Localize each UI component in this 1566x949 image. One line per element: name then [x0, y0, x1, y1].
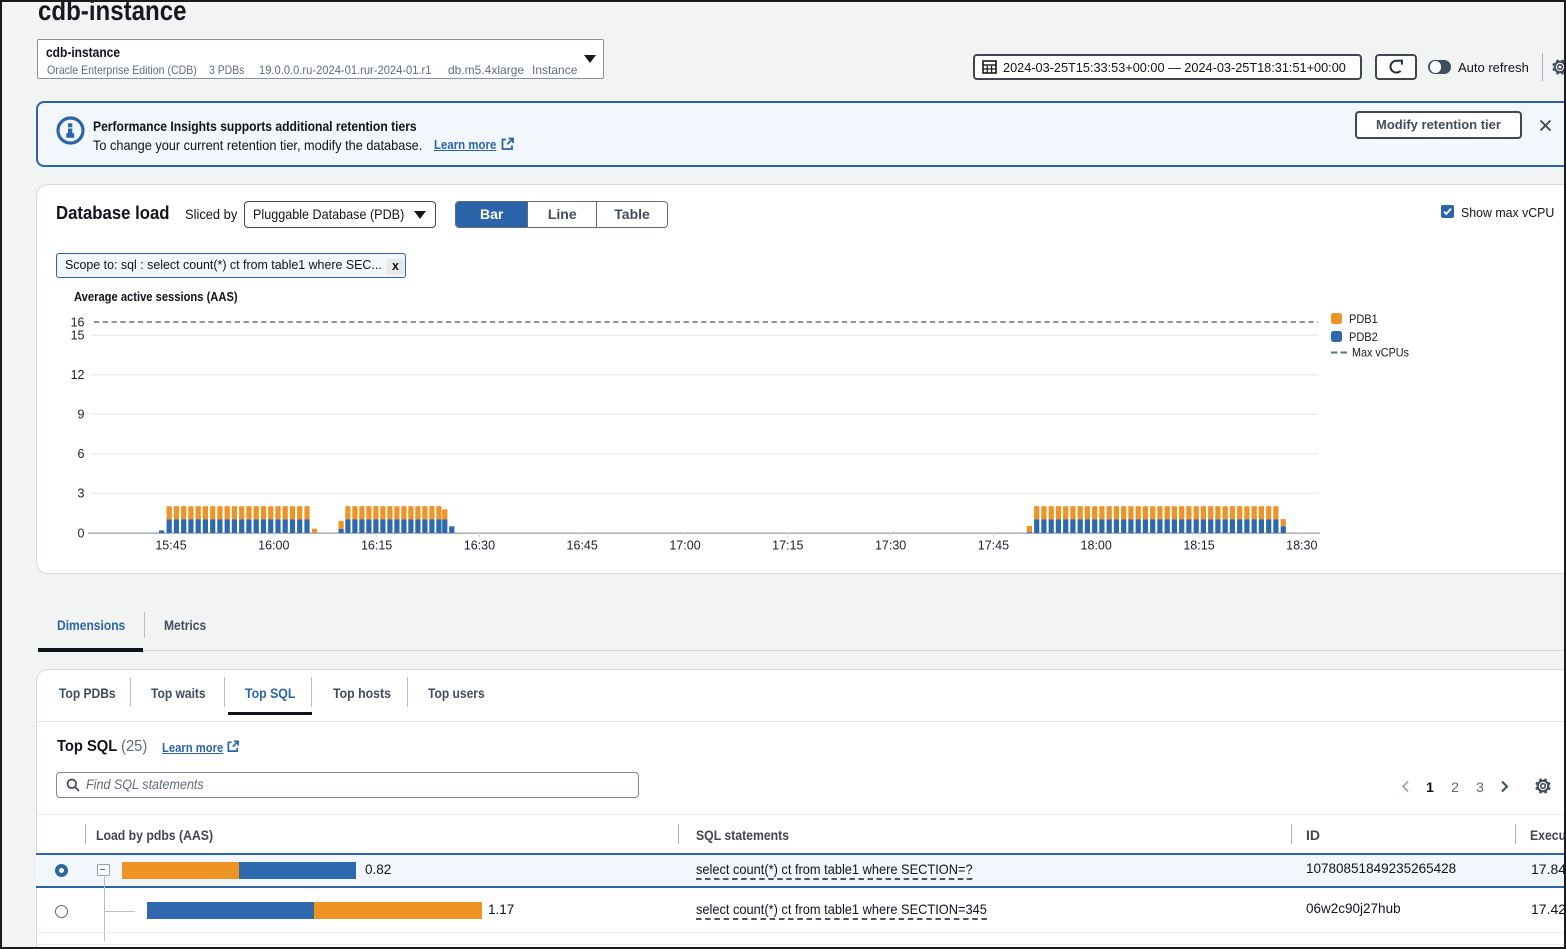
- svg-text:18:30: 18:30: [1286, 539, 1317, 553]
- svg-text:16: 16: [71, 316, 85, 330]
- svg-text:17:45: 17:45: [978, 539, 1009, 553]
- svg-text:0: 0: [78, 527, 85, 541]
- svg-text:17:30: 17:30: [875, 539, 906, 553]
- svg-text:12: 12: [71, 368, 85, 382]
- svg-text:16:15: 16:15: [361, 539, 392, 553]
- svg-text:15: 15: [71, 329, 85, 343]
- svg-text:17:15: 17:15: [772, 539, 803, 553]
- svg-text:15:45: 15:45: [155, 539, 186, 553]
- svg-text:Max vCPUs: Max vCPUs: [1352, 347, 1409, 360]
- svg-text:PDB2: PDB2: [1349, 331, 1378, 343]
- svg-text:18:00: 18:00: [1081, 539, 1112, 553]
- svg-text:9: 9: [78, 408, 85, 422]
- svg-text:3: 3: [78, 487, 85, 501]
- svg-text:16:30: 16:30: [464, 539, 495, 553]
- svg-text:16:45: 16:45: [567, 539, 598, 553]
- svg-text:16:00: 16:00: [258, 539, 289, 553]
- svg-text:18:15: 18:15: [1183, 539, 1214, 553]
- svg-text:17:00: 17:00: [669, 539, 700, 553]
- svg-text:PDB1: PDB1: [1349, 313, 1378, 325]
- svg-text:6: 6: [78, 447, 85, 461]
